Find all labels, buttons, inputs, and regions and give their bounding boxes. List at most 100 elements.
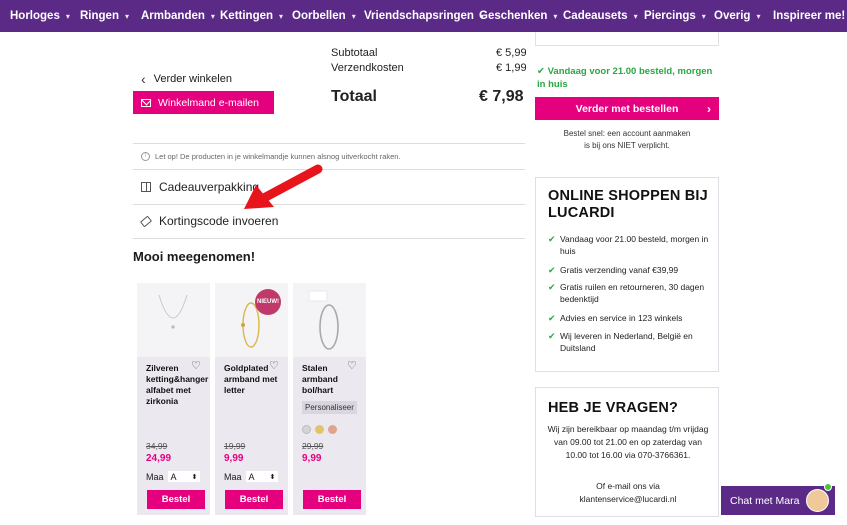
usp-item: ✔ Advies en service in 123 winkels — [548, 313, 683, 323]
avatar — [806, 489, 829, 512]
recommendations-title: Mooi meegenomen! — [133, 249, 256, 264]
product-card[interactable]: Stalen armband bol/hart ♡ Personaliseer … — [293, 283, 366, 515]
continue-shopping-link[interactable]: ‹ Verder winkelen — [141, 71, 232, 87]
chevron-down-icon: ▾ — [279, 11, 284, 21]
size-label: Maa — [146, 471, 164, 482]
questions-title: HEB JE VRAGEN? — [548, 400, 679, 416]
old-price: 19,99 — [224, 441, 246, 451]
questions-text: van 09.00 tot 21.00 en op zaterdag van — [554, 437, 702, 447]
total-value: € 7,98 — [479, 88, 524, 105]
order-button[interactable]: Bestel — [147, 490, 205, 509]
checkout-box-top — [535, 32, 719, 46]
gift-icon — [141, 182, 151, 192]
nav-item-piercings[interactable]: Piercings ▾ — [644, 10, 706, 22]
usp-box: ONLINE SHOPPEN BIJ LUCARDI ✔ Vandaag voor… — [535, 177, 719, 372]
stepper-icon: ⬍ — [269, 473, 276, 481]
sale-price: 9,99 — [224, 453, 244, 464]
product-card[interactable]: Zilveren ketting&hanger alfabet met zirk… — [137, 283, 210, 515]
email-cart-label: Winkelmand e-mailen — [158, 96, 259, 109]
chevron-down-icon: ▾ — [65, 11, 70, 21]
new-badge: NIEUW! — [255, 289, 281, 315]
nav-item-geschenken[interactable]: Geschenken ▾ — [479, 10, 557, 22]
divider — [133, 238, 525, 239]
color-swatches — [302, 425, 337, 434]
product-card[interactable]: NIEUW! Goldplated armband met letter ♡ 1… — [215, 283, 288, 515]
stepper-icon: ⬍ — [191, 473, 198, 481]
email-cart-button[interactable]: Winkelmand e-mailen — [133, 91, 274, 114]
support-email-link[interactable]: klantenservice@lucardi.nl — [536, 493, 720, 506]
heart-icon[interactable]: ♡ — [191, 361, 201, 372]
personalise-tag[interactable]: Personaliseer — [302, 401, 357, 414]
size-select[interactable]: A ⬍ — [245, 471, 278, 482]
discount-code-label: Kortingscode invoeren — [159, 214, 279, 228]
old-price: 29,99 — [302, 441, 324, 451]
nav-item-oorbellen[interactable]: Oorbellen ▾ — [292, 10, 356, 22]
chat-label: Chat met Mara — [730, 494, 800, 507]
nav-item-kettingen[interactable]: Kettingen ▾ — [220, 10, 283, 22]
discount-code-option[interactable]: Kortingscode invoeren — [139, 214, 279, 228]
nav-item-horloges[interactable]: Horloges ▾ — [10, 10, 70, 22]
nav-item-vriendschapsringen[interactable]: Vriendschapsringen ▾ — [364, 10, 484, 22]
left-background — [0, 32, 133, 525]
chevron-down-icon: ▾ — [124, 11, 129, 21]
check-icon: ✔ — [548, 313, 556, 323]
usp-title: ONLINE SHOPPEN BIJ LUCARDI — [548, 188, 708, 221]
product-image — [293, 283, 366, 357]
nav-item-cadeausets[interactable]: Cadeausets ▾ — [563, 10, 638, 22]
usp-item: ✔ Vandaag voor 21.00 besteld, morgen in h… — [548, 234, 709, 256]
check-icon: ✔ — [548, 234, 556, 244]
check-icon: ✔ — [537, 66, 545, 77]
order-button[interactable]: Bestel — [225, 490, 283, 509]
check-icon: ✔ — [548, 282, 556, 292]
proceed-checkout-button[interactable]: Verder met bestellen › — [535, 97, 719, 120]
sale-price: 9,99 — [302, 453, 322, 464]
bangle-image — [308, 290, 339, 350]
product-image — [137, 283, 210, 357]
sale-price: 24,99 — [146, 453, 172, 464]
chevron-down-icon: ▾ — [210, 11, 215, 21]
chevron-down-icon: ▾ — [553, 11, 558, 21]
delivery-note: ✔ Vandaag voor 21.00 besteld, morgen in … — [537, 65, 721, 91]
shipping-label: Verzendkosten — [331, 62, 404, 74]
gold-swatch[interactable] — [315, 425, 324, 434]
info-icon: ! — [141, 152, 150, 161]
nav-item-overig[interactable]: Overig ▾ — [714, 10, 760, 22]
questions-text: Wij zijn bereikbaar op maandag t/m vrijd… — [547, 424, 709, 434]
chevron-right-icon: › — [707, 101, 711, 116]
check-icon: ✔ — [548, 331, 556, 341]
divider — [133, 143, 525, 144]
total-label: Totaal — [331, 88, 377, 105]
heart-icon[interactable]: ♡ — [347, 361, 357, 372]
rose-swatch[interactable] — [328, 425, 337, 434]
chevron-down-icon: ▾ — [701, 11, 706, 21]
order-button[interactable]: Bestel — [303, 490, 361, 509]
top-navigation: Horloges ▾ Ringen ▾ Armbanden ▾ Kettingen ▾ … — [0, 0, 847, 32]
subtotal-label: Subtotaal — [331, 47, 378, 59]
check-icon: ✔ — [548, 265, 556, 275]
tag-icon — [139, 215, 153, 227]
chevron-down-icon: ▾ — [633, 11, 638, 21]
usp-item: ✔ Gratis verzending vanaf €39,99 — [548, 265, 679, 275]
chevron-down-icon: ▾ — [756, 11, 761, 21]
stock-notice-text: Let op! De producten in je winkelmandje … — [155, 152, 401, 161]
nav-item-inspireer[interactable]: Inspireer me!▾ — [773, 10, 847, 22]
usp-item: ✔ Wij leveren in Nederland, België en Dui… — [548, 331, 693, 353]
nav-item-armbanden[interactable]: Armbanden ▾ — [141, 10, 215, 22]
nav-item-ringen[interactable]: Ringen ▾ — [80, 10, 129, 22]
delivery-note-text: Vandaag voor 21.00 besteld, morgen in hu… — [537, 66, 713, 90]
size-select[interactable]: A ⬍ — [167, 471, 200, 482]
chat-button[interactable]: Chat met Mara — [721, 483, 835, 515]
questions-box: HEB JE VRAGEN? Wij zijn bereikbaar op ma… — [535, 387, 719, 517]
stock-notice: ! Let op! De producten in je winkelmandj… — [141, 152, 401, 161]
proceed-checkout-label: Verder met bestellen — [575, 102, 679, 115]
fast-order-note: Bestel snel: een account aanmaken is bij… — [563, 129, 691, 150]
continue-shopping-label: Verder winkelen — [153, 73, 232, 85]
heart-icon[interactable]: ♡ — [269, 361, 279, 372]
size-row: Maa A ⬍ — [146, 471, 200, 482]
questions-text: Of e-mail ons via — [596, 481, 660, 491]
silver-swatch[interactable] — [302, 425, 311, 434]
envelope-icon — [141, 98, 151, 107]
size-label: Maa — [224, 471, 242, 482]
chevron-down-icon: ▾ — [351, 11, 356, 21]
chevron-left-icon: ‹ — [141, 71, 146, 87]
